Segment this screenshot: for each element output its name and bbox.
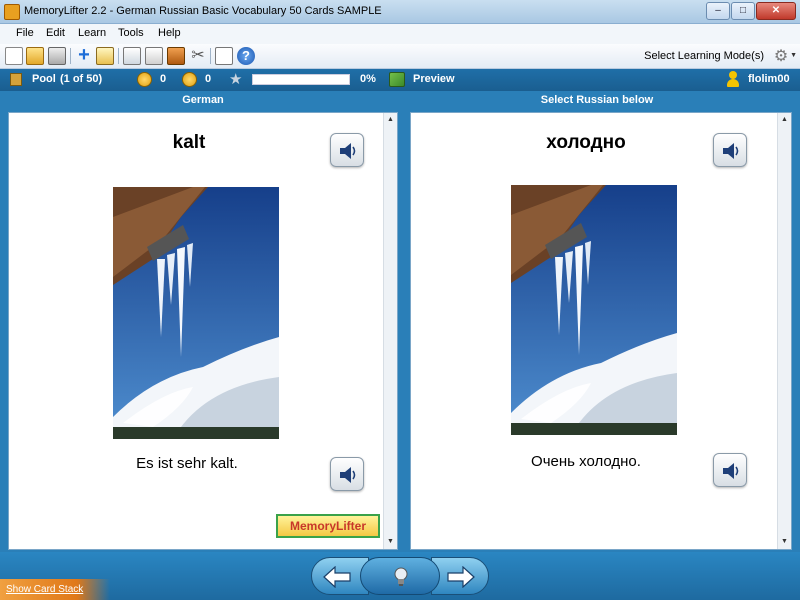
sad-smiley-icon: [182, 72, 197, 87]
sad-count: 0: [205, 73, 212, 85]
memorylifter-logo: MemoryLifter: [276, 514, 380, 538]
presentation-icon[interactable]: [123, 47, 141, 65]
scroll-down-icon[interactable]: ▼: [384, 535, 397, 549]
answer-sentence: Очень холодно.: [531, 453, 641, 470]
title-bar: MemoryLifter 2.2 - German Russian Basic …: [0, 0, 800, 24]
question-word-audio-button[interactable]: [330, 133, 364, 167]
app-icon: [4, 4, 20, 20]
user-icon-body: [727, 79, 739, 87]
print-icon[interactable]: [48, 47, 66, 65]
tools-icon[interactable]: ✂: [189, 47, 207, 65]
toolbar-separator: [210, 48, 211, 64]
user-icon-head: [729, 71, 737, 79]
gear-icon[interactable]: ⚙: [772, 48, 790, 66]
status-bar: Pool (1 of 50) 0 0 ★ 0% Preview flolim00: [0, 69, 800, 91]
answer-scrollbar[interactable]: ▲ ▼: [777, 113, 791, 549]
pool-count: (1 of 50): [60, 73, 103, 85]
chevron-down-icon[interactable]: ▼: [790, 52, 797, 59]
menu-tools[interactable]: Tools: [118, 27, 144, 39]
lightbulb-icon: [394, 567, 408, 586]
hint-button[interactable]: [360, 557, 440, 595]
user-name: flolim00: [748, 73, 790, 85]
help-icon[interactable]: ?: [237, 47, 255, 65]
question-panel: kalt Es ist sehr kalt. MemoryLifter ▲ ▼: [8, 112, 398, 550]
edit-icon[interactable]: [96, 47, 114, 65]
menu-edit[interactable]: Edit: [46, 27, 65, 39]
show-card-stack-tab[interactable]: Show Card Stack: [0, 579, 110, 600]
answer-word: холодно: [546, 132, 626, 153]
user-icon: [727, 71, 739, 88]
speaker-icon: [340, 467, 356, 483]
learning-mode-label[interactable]: Select Learning Mode(s): [644, 50, 764, 62]
lock-icon[interactable]: [215, 47, 233, 65]
question-sentence-audio-button[interactable]: [330, 457, 364, 491]
arrow-left-icon: [323, 566, 351, 588]
progress-percent: 0%: [360, 73, 376, 85]
pool-icon: [10, 73, 22, 86]
scroll-down-icon[interactable]: ▼: [778, 535, 791, 549]
question-header: German: [182, 94, 224, 106]
answer-sentence-audio-button[interactable]: [713, 453, 747, 487]
arrow-right-icon: [447, 566, 475, 588]
maximize-button[interactable]: □: [731, 2, 755, 20]
preview-label[interactable]: Preview: [413, 73, 455, 85]
stack-icon[interactable]: [145, 47, 163, 65]
menu-help[interactable]: Help: [158, 27, 181, 39]
menu-learn[interactable]: Learn: [78, 27, 106, 39]
speaker-icon: [723, 143, 739, 159]
answer-word-audio-button[interactable]: [713, 133, 747, 167]
icicle-picture: [113, 187, 279, 439]
scroll-up-icon[interactable]: ▲: [778, 113, 791, 127]
icicle-picture: [511, 185, 677, 435]
toolbar: + ✂ ? Select Learning Mode(s) ⚙ ▼: [0, 44, 800, 69]
answer-header: Select Russian below: [540, 94, 654, 106]
close-button[interactable]: ✕: [756, 2, 796, 20]
speaker-icon: [723, 463, 739, 479]
menu-file[interactable]: File: [16, 27, 34, 39]
preview-icon[interactable]: [389, 72, 405, 87]
show-card-stack-link[interactable]: Show Card Stack: [6, 584, 83, 595]
toolbar-separator: [118, 48, 119, 64]
pool-label: Pool: [32, 73, 56, 85]
happy-smiley-icon: [137, 72, 152, 87]
open-icon[interactable]: [26, 47, 44, 65]
answer-panel: холодно Очень холодно. ▲ ▼: [410, 112, 792, 550]
window-title: MemoryLifter 2.2 - German Russian Basic …: [24, 5, 382, 17]
question-sentence: Es ist sehr kalt.: [136, 455, 238, 472]
add-icon[interactable]: +: [75, 45, 93, 65]
box-icon[interactable]: [167, 47, 185, 65]
scroll-up-icon[interactable]: ▲: [384, 113, 397, 127]
question-scrollbar[interactable]: ▲ ▼: [383, 113, 397, 549]
speaker-icon: [340, 143, 356, 159]
star-icon: ★: [229, 71, 243, 88]
minimize-button[interactable]: –: [706, 2, 730, 20]
toolbar-separator: [70, 48, 71, 64]
happy-count: 0: [160, 73, 167, 85]
menu-bar: File Edit Learn Tools Help: [0, 24, 800, 44]
new-icon[interactable]: [5, 47, 23, 65]
question-word: kalt: [172, 132, 206, 153]
progress-bar: [252, 74, 350, 85]
window-controls: – □ ✕: [705, 2, 796, 20]
